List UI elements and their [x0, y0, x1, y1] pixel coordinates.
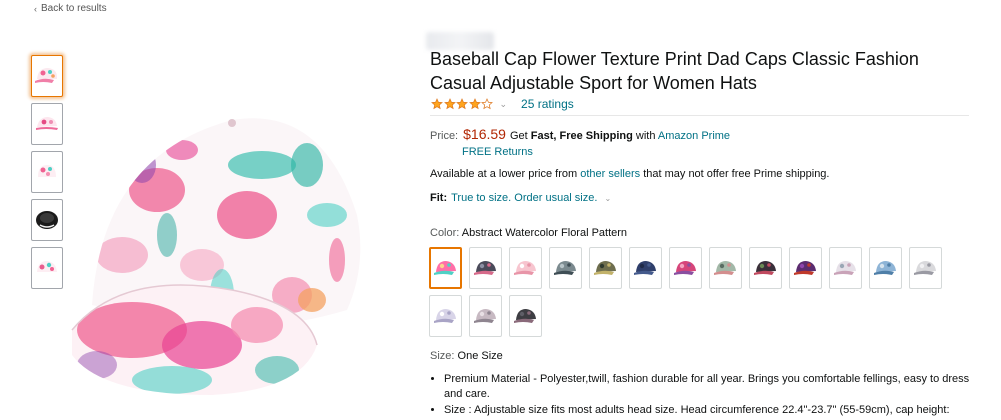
- color-swatch-olive-floral[interactable]: [589, 247, 622, 289]
- color-swatch-blush-gray[interactable]: [469, 295, 502, 337]
- chevron-down-icon[interactable]: ⌄: [500, 99, 508, 110]
- star-rating[interactable]: [431, 98, 494, 110]
- color-swatch-list: [429, 247, 949, 343]
- star-icon: [456, 98, 468, 110]
- availability-suffix: that may not offer free Prime shipping.: [643, 168, 830, 180]
- shipping-info: Get Fast, Free Shipping with Amazon Prim…: [510, 130, 730, 142]
- chevron-left-icon: ‹: [34, 3, 37, 14]
- size-row: Size: One Size: [430, 350, 503, 362]
- shipping-with: with: [635, 130, 656, 142]
- cap-thumb-icon: [37, 261, 57, 272]
- cap-thumb-icon: [38, 165, 56, 177]
- color-swatch-dark-roses[interactable]: [749, 247, 782, 289]
- cap-swatch-icon: [673, 261, 696, 275]
- cap-swatch-icon: [913, 261, 936, 275]
- divider: [430, 115, 969, 116]
- color-swatch-purple-red[interactable]: [789, 247, 822, 289]
- color-swatch-muted-flowers[interactable]: [709, 247, 742, 289]
- color-row: Color: Abstract Watercolor Floral Patter…: [430, 227, 627, 239]
- thumbnail-floral-top[interactable]: [31, 247, 63, 289]
- star-icon: [468, 98, 481, 110]
- cap-thumb-icon: [36, 117, 58, 130]
- fit-label: Fit:: [430, 192, 448, 204]
- color-value: Abstract Watercolor Floral Pattern: [461, 227, 628, 239]
- color-swatch-navy-denim[interactable]: [629, 247, 662, 289]
- color-label: Color:: [430, 227, 460, 239]
- free-returns-link[interactable]: FREE Returns: [462, 146, 533, 158]
- cap-swatch-icon: [433, 261, 456, 275]
- color-swatch-light-gray-floral[interactable]: [909, 247, 942, 289]
- fit-row: Fit: True to size. Order usual size. ⌄: [430, 192, 611, 204]
- thumbnail-list: [31, 55, 65, 295]
- color-swatch-abstract-watercolor-floral[interactable]: [429, 247, 462, 289]
- cap-swatch-icon: [473, 309, 496, 323]
- cap-swatch-icon: [513, 261, 536, 275]
- size-value: One Size: [457, 350, 503, 362]
- thumbnail-floral-front[interactable]: [31, 55, 63, 97]
- amazon-prime-link[interactable]: Amazon Prime: [658, 130, 730, 142]
- cap-swatch-icon: [593, 261, 616, 275]
- cap-swatch-icon: [633, 261, 656, 275]
- cap-swatch-icon: [873, 261, 896, 275]
- rating-row: ⌄ 25 ratings: [431, 97, 574, 111]
- back-to-results-link[interactable]: ‹ Back to results: [34, 3, 107, 14]
- price-row: Price: $16.59 Get Fast, Free Shipping wi…: [430, 126, 730, 142]
- feature-bullets: Premium Material - Polyester,twill, fash…: [444, 372, 974, 419]
- cap-swatch-icon: [833, 261, 856, 275]
- price-value: $16.59: [463, 126, 506, 142]
- availability-note: Available at a lower price from other se…: [430, 168, 829, 180]
- color-swatch-pink-blossom[interactable]: [509, 247, 542, 289]
- color-swatch-charcoal-floral[interactable]: [509, 295, 542, 337]
- availability-prefix: Available at a lower price from: [430, 168, 578, 180]
- cap-swatch-icon: [473, 261, 496, 275]
- cap-swatch-icon: [553, 261, 576, 275]
- cap-swatch-icon: [713, 261, 736, 275]
- main-product-image[interactable]: [62, 95, 407, 410]
- product-title: Baseball Cap Flower Texture Print Dad Ca…: [430, 49, 919, 93]
- cap-thumb-icon: [35, 68, 57, 83]
- thumbnail-floral-back[interactable]: [31, 151, 63, 193]
- feature-bullet: Premium Material - Polyester,twill, fash…: [444, 372, 974, 402]
- color-swatch-blue-floral[interactable]: [869, 247, 902, 289]
- star-icon: [481, 98, 493, 110]
- ratings-count-link[interactable]: 25 ratings: [521, 97, 574, 111]
- star-icon: [443, 98, 456, 110]
- cap-thumb-icon: [36, 211, 58, 229]
- color-swatch-rose-purple[interactable]: [669, 247, 702, 289]
- price-label: Price:: [430, 130, 459, 142]
- cap-swatch-icon: [513, 309, 536, 323]
- other-sellers-link[interactable]: other sellers: [580, 168, 640, 180]
- back-to-results-label: Back to results: [41, 3, 107, 14]
- fit-value-link[interactable]: True to size. Order usual size.: [451, 192, 597, 204]
- color-swatch-lavender-white[interactable]: [429, 295, 462, 337]
- size-label: Size:: [430, 350, 455, 362]
- cap-swatch-icon: [433, 309, 456, 323]
- cap-swatch-icon: [793, 261, 816, 275]
- star-icon: [431, 98, 443, 110]
- shipping-bold: Fast, Free Shipping: [530, 130, 633, 142]
- thumbnail-floral-side[interactable]: [31, 103, 63, 145]
- color-swatch-dark-floral[interactable]: [469, 247, 502, 289]
- chevron-down-icon[interactable]: ⌄: [604, 194, 611, 203]
- shipping-prefix: Get: [509, 130, 528, 142]
- thumbnail-black-inside[interactable]: [31, 199, 63, 241]
- cap-swatch-icon: [753, 261, 776, 275]
- color-swatch-pale-floral[interactable]: [829, 247, 862, 289]
- color-swatch-gray-pattern[interactable]: [549, 247, 582, 289]
- feature-bullet: Size : Adjustable size fits most adults …: [444, 403, 974, 418]
